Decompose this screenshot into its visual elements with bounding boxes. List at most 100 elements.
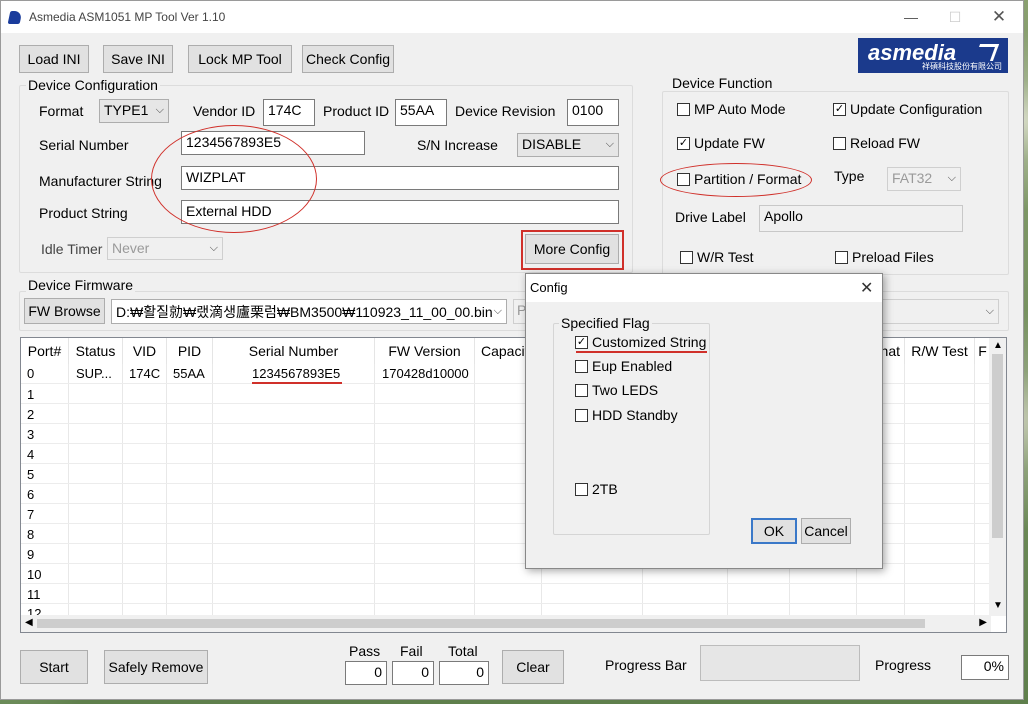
sn-increase-select[interactable]: DISABLE ⌵ [517, 133, 619, 157]
config-dialog: Config ✕ Specified Flag ✓ Customized Stri… [525, 273, 883, 569]
col-header-status[interactable]: Status [69, 338, 123, 364]
vendor-id-label: Vendor ID [193, 103, 256, 119]
chevron-down-icon: ⌵ [209, 241, 218, 254]
specified-flag-group [553, 323, 710, 535]
checkbox-box [575, 359, 588, 373]
format-label: Format [39, 103, 84, 119]
2tb-checkbox[interactable]: 2TB [575, 481, 618, 497]
save-ini-button[interactable]: Save INI [103, 45, 173, 73]
safely-remove-button[interactable]: Safely Remove [104, 650, 208, 684]
vendor-id-field[interactable]: 174C [263, 99, 315, 126]
cell-port: 3 [27, 427, 35, 442]
checkbox-box [575, 408, 588, 422]
vertical-scrollbar[interactable]: ▲ ▼ [989, 338, 1006, 616]
fw-path-select[interactable]: D:₩활질勍₩랬滴생廬栗럼₩BM3500₩110923_11_00_00.bin… [111, 299, 507, 324]
product-id-field[interactable]: 55AA [395, 99, 447, 126]
fw-right-select[interactable]: ⌵ [881, 299, 999, 324]
cell-pid: 55AA [173, 366, 205, 381]
cell-vid: 174C [129, 366, 161, 381]
col-header-port[interactable]: Port# [21, 338, 69, 364]
row-divider [21, 583, 991, 584]
minimize-icon[interactable]: — [897, 7, 925, 27]
annotation-underline [576, 351, 707, 353]
pass-count: 0 [345, 661, 387, 685]
cell-port: 8 [27, 527, 35, 542]
scroll-up-icon[interactable]: ▲ [993, 340, 1003, 351]
maximize-icon[interactable]: ☐ [941, 7, 969, 27]
cell-port: 4 [27, 447, 35, 462]
total-count: 0 [439, 661, 489, 685]
scroll-down-icon[interactable]: ▼ [993, 600, 1003, 611]
progress-label: Progress [875, 657, 932, 673]
window-title: Asmedia ASM1051 MP Tool Ver 1.10 [29, 10, 226, 24]
main-window: Asmedia ASM1051 MP Tool Ver 1.10 — ☐ ✕ L… [0, 0, 1024, 700]
clear-button[interactable]: Clear [502, 650, 564, 684]
two-leds-checkbox[interactable]: Two LEDS [575, 382, 658, 398]
check-icon: ✓ [575, 335, 588, 349]
cell-port: 9 [27, 547, 35, 562]
fw-browse-button[interactable]: FW Browse [24, 298, 105, 324]
scroll-left-icon[interactable]: ◀ [25, 617, 33, 628]
reload-fw-checkbox[interactable]: Reload FW [833, 135, 920, 151]
cell-fw-version: 170428d10000 [382, 366, 469, 381]
checkbox-box [680, 250, 693, 264]
cell-port: 7 [27, 507, 35, 522]
cell-port: 10 [27, 567, 42, 582]
annotation-underline [252, 382, 342, 384]
cell-port: 11 [27, 587, 41, 602]
chevron-down-icon: ⌵ [493, 304, 502, 317]
load-ini-button[interactable]: Load INI [19, 45, 89, 73]
chevron-down-icon: ⌵ [985, 304, 994, 317]
check-config-button[interactable]: Check Config [302, 45, 394, 73]
device-config-title: Device Configuration [26, 77, 160, 93]
horizontal-scrollbar[interactable]: ◀ ▶ [21, 615, 991, 632]
idle-timer-select[interactable]: Never ⌵ [107, 237, 223, 260]
preload-files-checkbox[interactable]: Preload Files [835, 249, 934, 265]
scroll-thumb[interactable] [992, 354, 1003, 538]
col-header-pid[interactable]: PID [167, 338, 213, 364]
update-configuration-checkbox[interactable]: ✓ Update Configuration [833, 101, 982, 117]
scroll-right-icon[interactable]: ▶ [979, 617, 987, 628]
logo-swoosh-icon [973, 44, 1000, 61]
dialog-title: Config [530, 280, 568, 295]
start-button[interactable]: Start [20, 650, 88, 684]
drive-label-field[interactable]: Apollo [759, 205, 963, 232]
mp-auto-mode-checkbox[interactable]: MP Auto Mode [677, 101, 786, 117]
col-header-serial[interactable]: Serial Number [213, 338, 375, 364]
hdd-standby-checkbox[interactable]: HDD Standby [575, 407, 678, 423]
check-icon: ✓ [833, 102, 846, 116]
col-header-vid[interactable]: VID [123, 338, 167, 364]
eup-enabled-checkbox[interactable]: Eup Enabled [575, 358, 672, 374]
scroll-thumb[interactable] [37, 619, 925, 628]
customized-string-checkbox[interactable]: ✓ Customized String [575, 334, 706, 350]
ok-button[interactable]: OK [751, 518, 797, 544]
close-icon[interactable]: ✕ [985, 7, 1013, 27]
progress-bar-label: Progress Bar [605, 657, 687, 673]
type-label: Type [834, 168, 865, 184]
update-fw-checkbox[interactable]: ✓ Update FW [677, 135, 765, 151]
cell-port: 2 [27, 407, 35, 422]
checkbox-box [677, 102, 690, 116]
device-revision-field[interactable]: 0100 [567, 99, 619, 126]
cell-status: SUP... [76, 366, 112, 381]
wr-test-checkbox[interactable]: W/R Test [680, 249, 754, 265]
product-string-label: Product String [39, 205, 128, 221]
cell-port: 6 [27, 487, 35, 502]
dialog-title-bar: Config ✕ [526, 274, 882, 302]
type-select[interactable]: FAT32 ⌵ [887, 167, 961, 191]
row-divider [21, 603, 991, 604]
chevron-down-icon: ⌵ [947, 172, 956, 184]
close-icon[interactable]: ✕ [860, 278, 873, 298]
col-header-fw-version[interactable]: FW Version [375, 338, 475, 364]
cell-port: 1 [27, 387, 35, 402]
total-label: Total [448, 643, 478, 659]
serial-number-label: Serial Number [39, 137, 129, 153]
device-function-title: Device Function [670, 75, 775, 91]
format-select[interactable]: TYPE1 ⌵ [99, 99, 169, 123]
cell-port: 5 [27, 467, 35, 482]
col-header-rw-test[interactable]: R/W Test [905, 338, 975, 364]
cancel-button[interactable]: Cancel [801, 518, 851, 544]
lock-mp-tool-button[interactable]: Lock MP Tool [188, 45, 292, 73]
checkbox-box [575, 482, 588, 496]
asmedia-logo: asmedia 祥碩科技股份有限公司 [858, 38, 1008, 73]
